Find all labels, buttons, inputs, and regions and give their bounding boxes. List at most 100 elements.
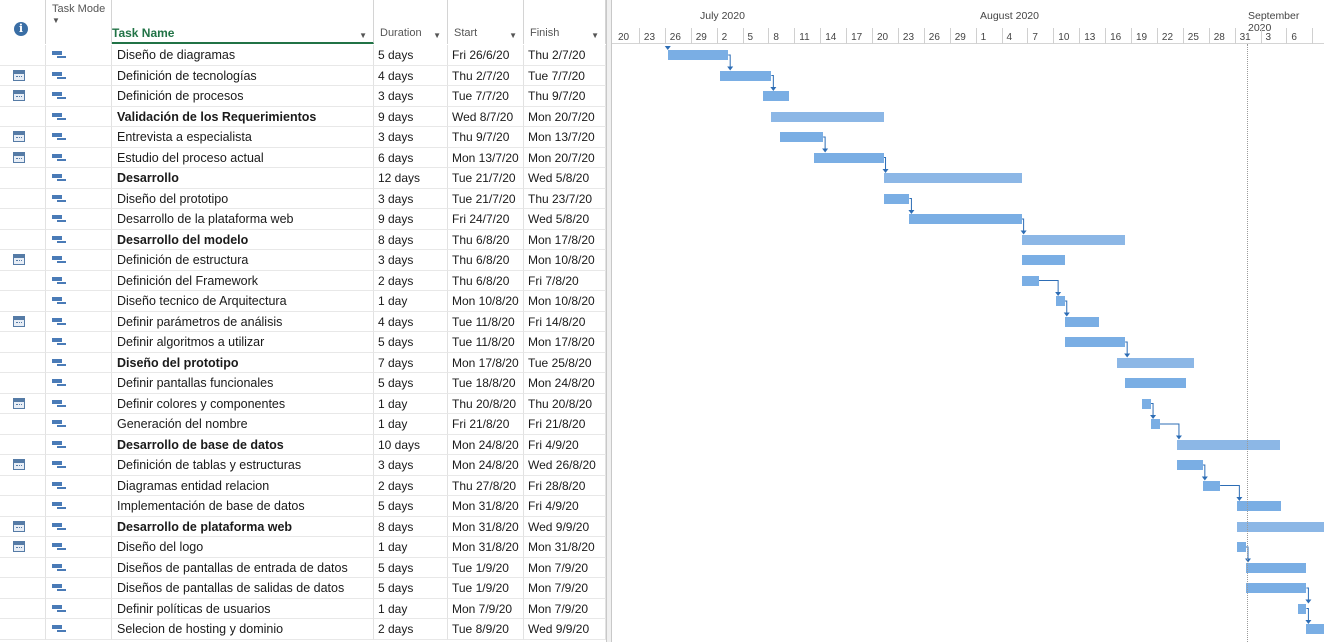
calendar-icon[interactable] (13, 254, 25, 265)
indicator-cell[interactable] (0, 168, 46, 189)
duration-cell[interactable]: 3 days (374, 86, 448, 107)
chevron-down-icon[interactable]: ▼ (52, 16, 60, 25)
start-cell[interactable]: Tue 11/8/20 (448, 332, 524, 353)
duration-cell[interactable]: 8 days (374, 229, 448, 250)
indicator-cell[interactable] (0, 291, 46, 312)
start-cell[interactable]: Thu 6/8/20 (448, 250, 524, 271)
task-name-cell[interactable]: Diseño tecnico de Arquitectura (112, 291, 374, 312)
start-cell[interactable]: Fri 24/7/20 (448, 209, 524, 230)
task-bar[interactable] (1151, 419, 1160, 429)
table-row[interactable]: Desarrollo de base de datos 10 days Mon 24… (0, 434, 606, 455)
duration-cell[interactable]: 2 days (374, 475, 448, 496)
task-bar[interactable] (1142, 398, 1152, 409)
start-cell[interactable]: Tue 18/8/20 (448, 373, 524, 394)
table-row[interactable]: Validación de los Requerimientos 9 days We… (0, 106, 606, 127)
task-bar[interactable] (667, 50, 729, 60)
task-mode-cell[interactable] (46, 106, 112, 127)
indicator-cell[interactable] (0, 250, 46, 271)
duration-cell[interactable]: 1 day (374, 393, 448, 414)
task-bar[interactable] (814, 152, 884, 163)
indicator-cell[interactable] (0, 475, 46, 496)
task-name-cell[interactable]: Definición de procesos (112, 86, 374, 107)
finish-cell[interactable]: Mon 10/8/20 (524, 250, 606, 271)
finish-cell[interactable]: Mon 7/9/20 (524, 557, 606, 578)
finish-cell[interactable]: Mon 31/8/20 (524, 537, 606, 558)
table-row[interactable]: Definir pantallas funcionales 5 days Tue 1… (0, 373, 606, 394)
duration-cell[interactable]: 4 days (374, 311, 448, 332)
task-mode-cell[interactable] (46, 188, 112, 209)
finish-cell[interactable]: Tue 25/8/20 (524, 352, 606, 373)
table-row[interactable]: Estudio del proceso actual 6 days Mon 13/7… (0, 147, 606, 168)
task-name-cell[interactable]: Diseño de diagramas (112, 45, 374, 66)
task-mode-cell[interactable] (46, 455, 112, 476)
start-header[interactable]: Start ▼ (448, 0, 524, 44)
table-row[interactable]: Definición de procesos 3 days Tue 7/7/20 Th… (0, 86, 606, 107)
start-cell[interactable]: Mon 7/9/20 (448, 598, 524, 619)
summary-task-bar[interactable] (771, 111, 884, 122)
indicators-header[interactable]: i (0, 0, 46, 44)
task-name-cell[interactable]: Definición de estructura (112, 250, 374, 271)
duration-cell[interactable]: 2 days (374, 270, 448, 291)
task-name-cell[interactable]: Definir parámetros de análisis (112, 311, 374, 332)
task-mode-cell[interactable] (46, 475, 112, 496)
task-mode-cell[interactable] (46, 496, 112, 517)
duration-cell[interactable]: 6 days (374, 147, 448, 168)
duration-cell[interactable]: 3 days (374, 127, 448, 148)
indicator-cell[interactable] (0, 209, 46, 230)
summary-task-bar[interactable] (883, 173, 1022, 183)
finish-cell[interactable]: Mon 20/7/20 (524, 106, 606, 127)
indicator-cell[interactable] (0, 414, 46, 435)
calendar-icon[interactable] (13, 69, 25, 81)
task-bar[interactable] (1021, 255, 1065, 265)
task-mode-cell[interactable] (46, 516, 112, 537)
duration-header[interactable]: Duration ▼ (374, 0, 448, 44)
start-cell[interactable]: Mon 31/8/20 (448, 537, 524, 558)
task-bar[interactable] (1306, 624, 1324, 634)
table-row[interactable]: Diseño del prototipo 3 days Tue 21/7/20 Thu… (0, 188, 606, 209)
start-cell[interactable]: Thu 2/7/20 (448, 65, 524, 86)
task-mode-cell[interactable] (46, 414, 112, 435)
table-row[interactable]: Generación del nombre 1 day Fri 21/8/20 Fri… (0, 414, 606, 435)
duration-cell[interactable]: 5 days (374, 332, 448, 353)
summary-task-bar[interactable] (1176, 439, 1281, 450)
finish-cell[interactable]: Mon 17/8/20 (524, 332, 606, 353)
finish-cell[interactable]: Fri 7/8/20 (524, 270, 606, 291)
table-row[interactable]: Diseño del logo 1 day Mon 31/8/20 Mon 31/8/… (0, 537, 606, 558)
duration-cell[interactable]: 5 days (374, 45, 448, 66)
task-name-cell[interactable]: Selecion de hosting y dominio (112, 619, 374, 640)
finish-header[interactable]: Finish ▼ (524, 0, 606, 44)
calendar-icon[interactable] (13, 541, 25, 552)
task-name-cell[interactable]: Definición de tecnologías (112, 65, 374, 86)
indicator-cell[interactable] (0, 434, 46, 455)
finish-cell[interactable]: Fri 28/8/20 (524, 475, 606, 496)
summary-task-bar[interactable] (1237, 521, 1324, 532)
task-bar[interactable] (1237, 501, 1281, 511)
task-mode-cell[interactable] (46, 65, 112, 86)
finish-cell[interactable]: Mon 13/7/20 (524, 127, 606, 148)
finish-cell[interactable]: Wed 26/8/20 (524, 455, 606, 476)
start-cell[interactable]: Thu 6/8/20 (448, 270, 524, 291)
finish-cell[interactable]: Wed 5/8/20 (524, 209, 606, 230)
start-cell[interactable]: Tue 8/9/20 (448, 619, 524, 640)
task-name-cell[interactable]: Entrevista a especialista (112, 127, 374, 148)
table-row[interactable]: Definición de tecnologías 4 days Thu 2/7/2… (0, 65, 606, 86)
task-bar[interactable] (719, 70, 772, 81)
summary-task-bar[interactable] (1021, 234, 1126, 245)
duration-cell[interactable]: 3 days (374, 250, 448, 271)
task-bar[interactable] (1021, 275, 1039, 286)
start-cell[interactable]: Tue 21/7/20 (448, 168, 524, 189)
start-cell[interactable]: Wed 8/7/20 (448, 106, 524, 127)
calendar-icon[interactable] (13, 90, 25, 101)
table-row[interactable]: Diseño tecnico de Arquitectura 1 day Mon 1… (0, 291, 606, 312)
task-bar[interactable] (1202, 480, 1221, 491)
finish-cell[interactable]: Mon 10/8/20 (524, 291, 606, 312)
table-row[interactable]: Desarrollo de plataforma web 8 days Mon 31… (0, 516, 606, 537)
task-name-cell[interactable]: Implementación de base de datos (112, 496, 374, 517)
task-bar[interactable] (909, 214, 1022, 224)
table-row[interactable]: Diseños de pantallas de salidas de datos… (0, 578, 606, 599)
duration-cell[interactable]: 5 days (374, 373, 448, 394)
indicator-cell[interactable] (0, 229, 46, 250)
task-name-cell[interactable]: Definición del Framework (112, 270, 374, 291)
start-cell[interactable]: Tue 1/9/20 (448, 578, 524, 599)
duration-cell[interactable]: 4 days (374, 65, 448, 86)
